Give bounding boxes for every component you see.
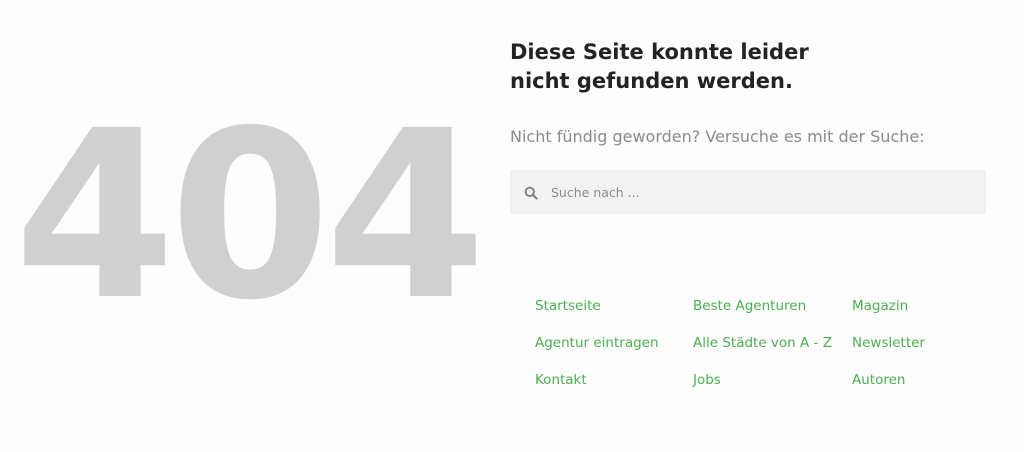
search-icon [524,185,538,200]
page-title-line-2: nicht gefunden werden. [510,69,793,93]
page-title-line-1: Diese Seite konnte leider [510,40,809,64]
search-hint: Nicht fündig geworden? Versuche es mit d… [510,127,925,146]
link-agentur-eintragen[interactable]: Agentur eintragen [535,333,693,370]
link-newsletter[interactable]: Newsletter [852,333,972,370]
page-title: Diese Seite konnte leider nicht gefunden… [510,38,810,96]
link-kontakt[interactable]: Kontakt [535,370,693,407]
link-magazin[interactable]: Magazin [852,296,972,333]
search-box[interactable] [510,170,986,214]
error-content: Diese Seite konnte leider nicht gefunden… [510,38,986,214]
quick-links: Startseite Beste Agenturen Magazin Agent… [535,296,972,407]
link-startseite[interactable]: Startseite [535,296,693,333]
link-alle-staedte[interactable]: Alle Städte von A - Z [693,333,852,370]
link-jobs[interactable]: Jobs [693,370,852,407]
link-autoren[interactable]: Autoren [852,370,972,407]
search-input[interactable] [551,177,951,207]
link-beste-agenturen[interactable]: Beste Agenturen [693,296,852,333]
error-code: 404 [14,81,486,351]
